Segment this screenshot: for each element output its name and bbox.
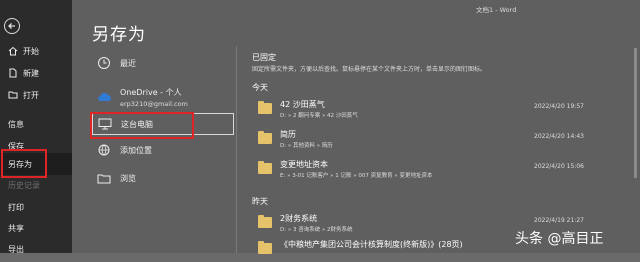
nav-home-label: 开始 xyxy=(23,46,39,56)
folder-date: 2022/4/19 21:27 xyxy=(534,217,584,224)
back-button[interactable] xyxy=(4,18,20,34)
nav-new[interactable]: 新建 xyxy=(0,62,72,84)
nav-share[interactable]: 共享 xyxy=(0,217,72,239)
nav-print-label: 打印 xyxy=(8,202,24,212)
nav-open-label: 打开 xyxy=(23,90,39,100)
new-document-icon xyxy=(6,67,20,79)
nav-home[interactable]: 开始 xyxy=(0,40,72,62)
back-arrow-icon xyxy=(8,23,15,29)
folder-icon xyxy=(258,101,272,114)
folder-name: 简历 xyxy=(280,130,296,139)
folder-row[interactable]: 变更地址资本 E: » 3-01 记账客户 » 1 记账 » 007 资复教育 … xyxy=(252,158,638,182)
add-location-label: 添加位置 xyxy=(120,145,152,155)
location-browse[interactable]: 浏览 xyxy=(92,167,234,189)
folder-name: 42 沙田蒸气 xyxy=(280,100,325,109)
location-add[interactable]: 添加位置 xyxy=(92,139,234,161)
nav-save-label: 保存 xyxy=(8,141,24,151)
nav-history: 历史记录 xyxy=(0,174,72,196)
folder-icon xyxy=(258,215,272,228)
nav-history-label: 历史记录 xyxy=(8,180,40,190)
page-title: 另存为 xyxy=(92,25,146,45)
folder-icon xyxy=(96,170,112,186)
folder-icon xyxy=(258,161,272,174)
today-title: 今天 xyxy=(252,83,268,92)
pinned-title: 已固定 xyxy=(252,53,276,62)
nav-info[interactable]: 信息 xyxy=(0,113,72,135)
pane-divider xyxy=(236,46,237,253)
window-title: 文档1 - Word xyxy=(476,6,517,14)
folder-path: E: » 3-01 记账客户 » 1 记账 » 007 资复教育 » 变更地址资… xyxy=(280,173,433,179)
clock-icon xyxy=(96,55,112,71)
cloud-icon xyxy=(96,89,112,105)
pinned-desc: 固定所需文件夹，方便以后查找。鼠标悬停在某个文件夹上方时，单击显示的图钉图标。 xyxy=(252,66,487,73)
yesterday-title: 昨天 xyxy=(252,197,268,206)
onedrive-account: erp3210@gmail.com xyxy=(120,99,188,108)
computer-icon xyxy=(97,116,113,132)
nav-open[interactable]: 打开 xyxy=(0,84,72,106)
folder-name: 2财务系统 xyxy=(280,214,318,223)
nav-save-as[interactable]: 另存为 xyxy=(0,153,72,175)
folder-row[interactable]: 简历 D: » 其他资料 » 简历 2022/4/20 14:43 xyxy=(252,128,638,152)
watermark: 头条 @高目正 xyxy=(515,231,604,247)
folder-open-icon xyxy=(6,89,20,101)
nav-save-as-label: 另存为 xyxy=(8,159,32,169)
location-recent-label: 最近 xyxy=(120,58,136,68)
folder-path: D: » 3 咨询系统 » 2财务系统 xyxy=(280,227,353,233)
nav-export[interactable]: 导出 xyxy=(0,238,72,260)
nav-print[interactable]: 打印 xyxy=(0,196,72,218)
backstage-nav: 开始 新建 打开 信息 保存 另存为 历史记录 打印 共享 导出 xyxy=(0,0,72,254)
folder-name: 变更地址资本 xyxy=(280,160,328,169)
folder-path: D: » 2 翻问专案 » 42 沙田蒸气 xyxy=(280,113,358,119)
folder-date: 2022/4/20 14:43 xyxy=(534,133,584,140)
this-pc-label: 这台电脑 xyxy=(121,119,153,129)
folder-name: 《中粮地产集团公司会计核算制度(终新版)》(28页) xyxy=(280,240,463,249)
onedrive-label: OneDrive - 个人 xyxy=(120,87,182,97)
home-icon xyxy=(6,45,20,57)
browse-label: 浏览 xyxy=(120,173,136,183)
globe-icon xyxy=(96,142,112,158)
folder-icon xyxy=(258,241,272,254)
folder-row[interactable]: 42 沙田蒸气 D: » 2 翻问专案 » 42 沙田蒸气 2022/4/20 … xyxy=(252,98,638,122)
folder-date: 2022/4/20 15:06 xyxy=(534,163,584,170)
location-this-pc[interactable]: 这台电脑 xyxy=(92,113,234,135)
nav-info-label: 信息 xyxy=(8,119,24,129)
folder-icon xyxy=(258,131,272,144)
folder-path: D: » 其他资料 » 简历 xyxy=(280,143,333,149)
location-recent[interactable]: 最近 xyxy=(92,52,234,74)
location-onedrive[interactable]: OneDrive - 个人 erp3210@gmail.com xyxy=(92,84,234,110)
nav-share-label: 共享 xyxy=(8,223,24,233)
nav-new-label: 新建 xyxy=(23,68,39,78)
folder-date: 2022/4/20 19:57 xyxy=(534,103,584,110)
